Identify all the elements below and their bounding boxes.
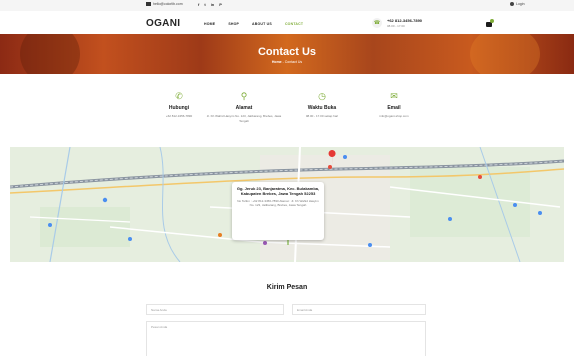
logo[interactable]: OGANI [146, 18, 180, 29]
name-field[interactable]: Nama Anda [146, 304, 284, 315]
map-info-card: Gg. Jeruk 23, Banjaratma, Kec. Bulakamba… [232, 182, 324, 240]
form-title: Kirim Pesan [266, 284, 308, 291]
facebook-icon[interactable]: f [198, 2, 199, 7]
info-desc: Jl. Kh Wahid Hasyim No. 123, Jatibarang,… [206, 114, 282, 123]
pinterest-icon[interactable]: P [219, 2, 222, 7]
page-banner: Contact Us Home - Contact Us [0, 34, 574, 74]
breadcrumb: Home - Contact Us [0, 60, 574, 64]
user-icon [510, 2, 514, 6]
info-title: Email [387, 105, 401, 111]
envelope-icon [146, 2, 151, 6]
top-email[interactable]: hello@colorlib.com [146, 2, 183, 6]
info-desc: info@ogani-shop.com [379, 114, 409, 118]
nav-home[interactable]: HOME [204, 22, 215, 26]
info-title: Alamat [235, 105, 253, 111]
twitter-icon[interactable]: t [204, 2, 205, 7]
main-nav: HOME SHOP ABOUT US CONTACT [204, 22, 303, 26]
breadcrumb-current: Contact Us [284, 60, 303, 64]
nav-shop[interactable]: SHOP [228, 22, 239, 26]
header: OGANI HOME SHOP ABOUT US CONTACT ☎ +62 8… [0, 11, 574, 35]
cart-count-badge [490, 19, 494, 23]
message-textarea[interactable]: Pesan Anda [146, 321, 426, 356]
info-title: Waktu Buka [307, 105, 337, 111]
phone-block: ☎ +62 812-3456-7890 08.00 - 17.00 [372, 18, 422, 28]
top-bar: hello@colorlib.com f t in P Login [0, 0, 574, 11]
email-field[interactable]: Email Anda [292, 304, 426, 315]
login-label: Login [516, 2, 525, 6]
nav-contact[interactable]: CONTACT [285, 22, 303, 26]
logo-first-letter: O [146, 18, 155, 29]
social-links: f t in P [198, 2, 222, 7]
location-icon: ⚲ [240, 91, 248, 101]
logo-text: GANI [154, 18, 181, 29]
nav-about[interactable]: ABOUT US [252, 22, 272, 26]
map-card-details: No Telfon : +62 812-3456-7890 Alamat : J… [237, 198, 319, 208]
page-title: Contact Us [257, 46, 317, 58]
contact-info-address: ⚲ Alamat Jl. Kh Wahid Hasyim No. 123, Ja… [204, 90, 284, 123]
linkedin-icon[interactable]: in [211, 2, 215, 7]
breadcrumb-home[interactable]: Home [272, 60, 282, 64]
contact-info-email: ✉ Email info@ogani-shop.com [354, 90, 434, 119]
clock-icon: ◷ [318, 91, 326, 101]
phone-hours: 08.00 - 17.00 [387, 24, 405, 28]
login-link[interactable]: Login [510, 2, 525, 6]
contact-info-hours: ◷ Waktu Buka 08.00 - 17.00 setiap hari [282, 90, 362, 119]
info-desc: 08.00 - 17.00 setiap hari [305, 114, 339, 118]
breadcrumb-separator: - [282, 60, 284, 64]
phone-icon: ☎ [372, 18, 382, 28]
top-email-text: hello@colorlib.com [153, 2, 183, 6]
mail-icon: ✉ [390, 91, 398, 101]
map-card-address: Gg. Jeruk 23, Banjaratma, Kec. Bulakamba… [236, 186, 320, 197]
phone-number: +62 812-3456-7890 [387, 18, 423, 23]
